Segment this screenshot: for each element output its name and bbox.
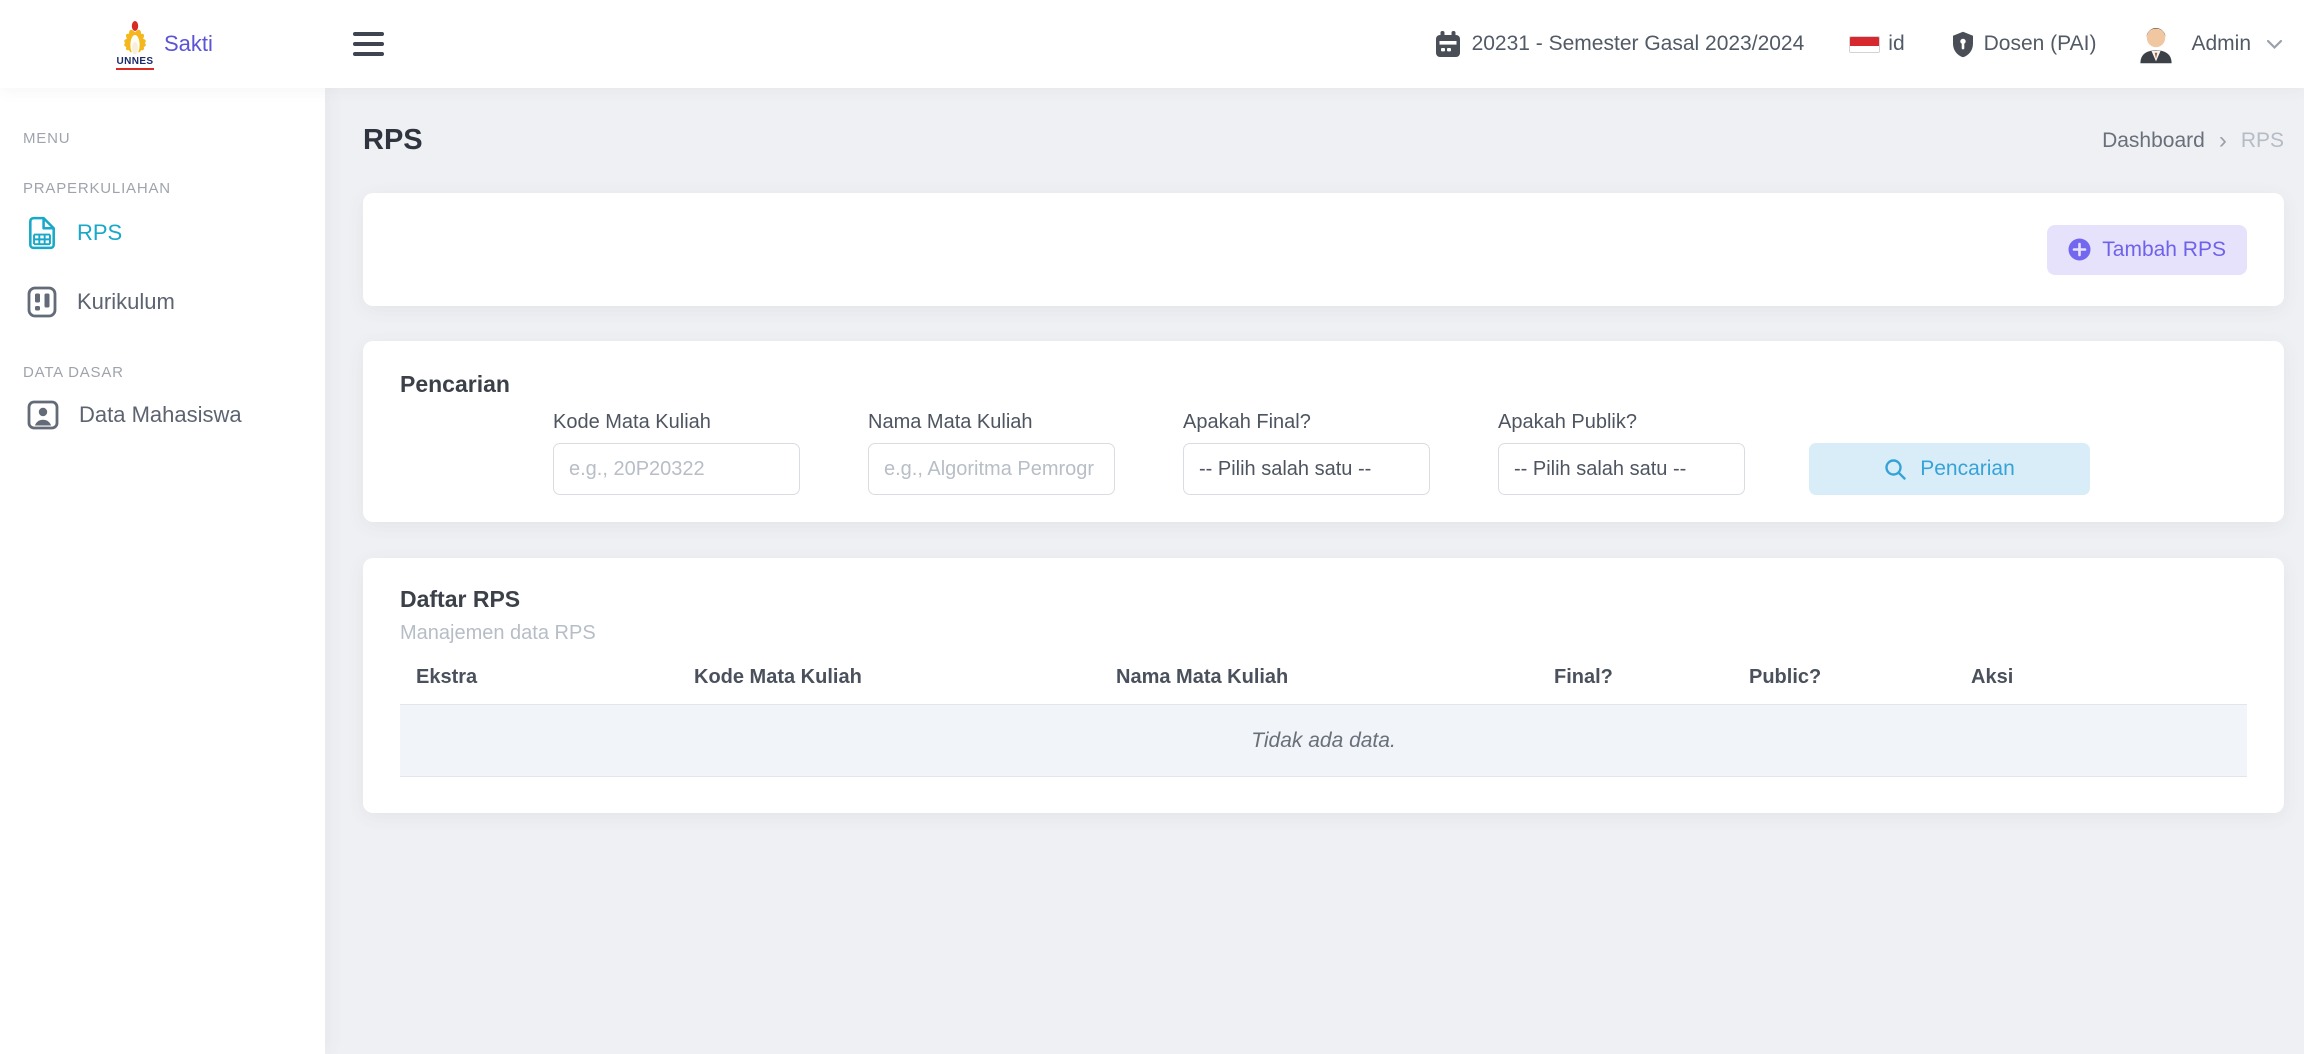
breadcrumb-separator-icon: › <box>2219 129 2227 153</box>
sidebar-menu-label: MENU <box>23 88 325 147</box>
plus-circle-icon <box>2068 238 2091 261</box>
sidebar: MENU PRAPERKULIAHAN RPS Kurikulum DATA D… <box>0 88 325 1054</box>
search-title: Pencarian <box>400 371 2247 398</box>
breadcrumb-dashboard[interactable]: Dashboard <box>2102 129 2205 153</box>
university-name: UNNES <box>116 57 153 70</box>
empty-row: Tidak ada data. <box>400 705 2247 777</box>
calendar-icon <box>1435 31 1461 58</box>
daftar-rps-title: Daftar RPS <box>400 586 2247 613</box>
pencarian-button-label: Pencarian <box>1920 457 2015 481</box>
semester-label: 20231 - Semester Gasal 2023/2024 <box>1472 32 1805 56</box>
apakah-final-value: -- Pilih salah satu -- <box>1199 458 1371 481</box>
sidebar-item-rps-label: RPS <box>77 220 122 246</box>
hamburger-icon <box>353 32 384 36</box>
sidebar-item-kurikulum-label: Kurikulum <box>77 289 175 315</box>
unnes-logo-icon <box>116 19 154 59</box>
indonesia-flag-icon <box>1849 36 1880 53</box>
pencarian-button[interactable]: Pencarian <box>1809 443 2090 495</box>
shield-icon <box>1951 31 1975 58</box>
search-icon <box>1884 458 1907 481</box>
column-public: Public? <box>1733 666 1955 705</box>
chevron-down-icon <box>2266 39 2283 50</box>
column-ekstra: Ekstra <box>400 666 678 705</box>
app-root: UNNES Sakti 20231 - Semester Gasal 2023/… <box>0 0 2304 1054</box>
topbar-right: 20231 - Semester Gasal 2023/2024 id Dose… <box>1435 22 2304 66</box>
daftar-rps-subtitle: Manajemen data RPS <box>400 622 2247 645</box>
field-apakah-final: Apakah Final? -- Pilih salah satu -- <box>1183 411 1430 495</box>
search-form: Kode Mata Kuliah Nama Mata Kuliah Apakah… <box>553 411 2247 495</box>
nama-mata-kuliah-input[interactable] <box>868 443 1115 495</box>
sidebar-group-data-dasar: DATA DASAR <box>23 364 325 381</box>
apakah-publik-label: Apakah Publik? <box>1498 411 1745 434</box>
unnes-logo: UNNES <box>116 19 154 70</box>
empty-message: Tidak ada data. <box>400 705 2247 777</box>
search-card: Pencarian Kode Mata Kuliah Nama Mata Kul… <box>363 341 2284 522</box>
field-apakah-publik: Apakah Publik? -- Pilih salah satu -- <box>1498 411 1745 495</box>
column-kode-mata-kuliah: Kode Mata Kuliah <box>678 666 1100 705</box>
main-content: RPS Dashboard › RPS Tambah RPS Pencarian… <box>325 88 2304 1054</box>
apakah-publik-select[interactable]: -- Pilih salah satu -- <box>1498 443 1745 495</box>
kanban-icon <box>27 286 57 318</box>
field-kode-mata-kuliah: Kode Mata Kuliah <box>553 411 800 495</box>
breadcrumb: Dashboard › RPS <box>2102 129 2284 153</box>
role-label: Dosen (PAI) <box>1984 32 2097 56</box>
apakah-final-label: Apakah Final? <box>1183 411 1430 434</box>
sidebar-item-rps[interactable]: RPS <box>0 203 325 263</box>
semester-selector[interactable]: 20231 - Semester Gasal 2023/2024 <box>1435 31 1805 58</box>
nama-mata-kuliah-label: Nama Mata Kuliah <box>868 411 1115 434</box>
topbar: UNNES Sakti 20231 - Semester Gasal 2023/… <box>0 0 2304 88</box>
sidebar-item-kurikulum[interactable]: Kurikulum <box>0 273 325 331</box>
apakah-final-select[interactable]: -- Pilih salah satu -- <box>1183 443 1430 495</box>
role-selector[interactable]: Dosen (PAI) <box>1951 31 2097 58</box>
kode-mata-kuliah-input[interactable] <box>553 443 800 495</box>
column-aksi: Aksi <box>1955 666 2247 705</box>
kode-mata-kuliah-label: Kode Mata Kuliah <box>553 411 800 434</box>
sidebar-item-data-mahasiswa[interactable]: Data Mahasiswa <box>0 387 325 443</box>
column-nama-mata-kuliah: Nama Mata Kuliah <box>1100 666 1538 705</box>
tambah-rps-label: Tambah RPS <box>2102 238 2226 262</box>
page-title: RPS <box>363 124 423 157</box>
column-final: Final? <box>1538 666 1733 705</box>
username-label: Admin <box>2191 32 2251 56</box>
table-header-row: Ekstra Kode Mata Kuliah Nama Mata Kuliah… <box>400 666 2247 705</box>
tambah-rps-button[interactable]: Tambah RPS <box>2047 225 2247 275</box>
app-name: Sakti <box>164 31 213 57</box>
menu-toggle-button[interactable] <box>353 32 384 56</box>
page-head: RPS Dashboard › RPS <box>363 88 2284 193</box>
language-selector[interactable]: id <box>1849 32 1904 56</box>
apakah-publik-value: -- Pilih salah satu -- <box>1514 458 1686 481</box>
avatar <box>2134 22 2178 66</box>
sidebar-group-praperkuliahan: PRAPERKULIAHAN <box>23 180 325 197</box>
toolbar-card: Tambah RPS <box>363 193 2284 306</box>
file-spreadsheet-icon <box>27 216 57 250</box>
daftar-rps-card: Daftar RPS Manajemen data RPS Ekstra Kod… <box>363 558 2284 813</box>
language-code: id <box>1888 32 1904 56</box>
sidebar-item-data-mahasiswa-label: Data Mahasiswa <box>79 402 242 428</box>
student-card-icon <box>27 400 59 430</box>
rps-table: Ekstra Kode Mata Kuliah Nama Mata Kuliah… <box>400 666 2247 777</box>
field-nama-mata-kuliah: Nama Mata Kuliah <box>868 411 1115 495</box>
brand-link[interactable]: UNNES Sakti <box>0 19 325 70</box>
breadcrumb-current: RPS <box>2241 129 2284 153</box>
user-menu[interactable]: Admin <box>2134 22 2283 66</box>
